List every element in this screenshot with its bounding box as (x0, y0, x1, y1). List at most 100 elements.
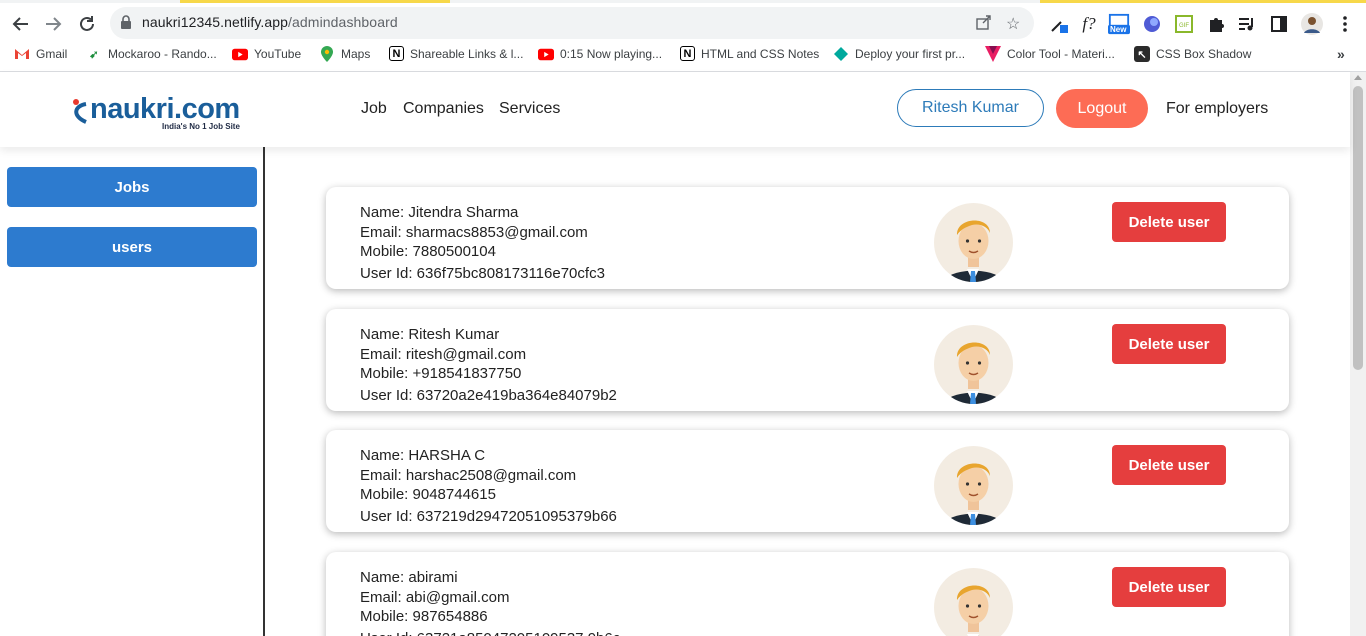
bookmarks-bar: Gmail ➹ Mockaroo - Rando... YouTube Maps… (0, 41, 1366, 69)
user-name: Name: abirami (360, 569, 458, 586)
share-icon[interactable] (976, 14, 992, 35)
user-email: Email: sharmacs8853@gmail.com (360, 223, 588, 241)
user-email: Email: ritesh@gmail.com (360, 345, 527, 363)
formula-icon[interactable]: f? (1078, 13, 1100, 35)
delete-user-button[interactable]: Delete user (1112, 445, 1226, 485)
svg-text:GIF: GIF (1179, 23, 1189, 29)
user-mobile: Mobile: 9048744615 (360, 486, 496, 503)
site-header: naukri.com India's No 1 Job Site Job Com… (0, 72, 1350, 147)
star-icon[interactable]: ☆ (1006, 14, 1020, 34)
side-panel-icon[interactable] (1268, 13, 1290, 35)
user-name: Name: HARSHA C (360, 447, 486, 464)
deploy-icon (833, 46, 849, 62)
user-info: Name: Ritesh Kumar Email: ritesh@gmail.c… (360, 325, 617, 405)
user-card: Name: Ritesh Kumar Email: ritesh@gmail.c… (326, 309, 1289, 411)
nav-services[interactable]: Services (499, 100, 560, 118)
user-card: Name: abirami Email: abi@gmail.com Mobil… (326, 552, 1289, 636)
media-queue-icon[interactable] (1236, 13, 1258, 35)
back-icon[interactable] (8, 11, 34, 37)
nav-job[interactable]: Job (361, 100, 387, 118)
eyedropper-icon[interactable] (1048, 13, 1070, 35)
bookmark-youtube[interactable]: YouTube (232, 46, 301, 62)
delete-user-button[interactable]: Delete user (1112, 202, 1226, 242)
bookmark-label: Maps (341, 47, 371, 61)
bookmark-color-tool[interactable]: Color Tool - Materi... (985, 46, 1115, 62)
bookmark-label: CSS Box Shadow (1156, 47, 1252, 61)
lock-icon (120, 15, 132, 35)
user-id: User Id: 63720a2e419ba364e84079b2 (360, 386, 617, 404)
logo-wordmark: naukri.com (90, 93, 240, 125)
user-mobile: Mobile: 987654886 (360, 608, 488, 625)
user-avatar-icon (934, 568, 1013, 636)
profile-avatar-icon[interactable] (1301, 13, 1323, 35)
bookmark-notion-links[interactable]: N Shareable Links & l... (389, 46, 523, 61)
menu-icon[interactable] (1334, 13, 1356, 35)
forward-icon[interactable] (40, 11, 66, 37)
user-list: Name: Jitendra Sharma Email: sharmacs885… (267, 147, 1350, 636)
user-avatar-icon (934, 325, 1013, 404)
reload-icon[interactable] (74, 11, 100, 37)
bookmark-maps[interactable]: Maps (319, 46, 370, 62)
circle-extension-icon[interactable] (1141, 13, 1163, 35)
user-info: Name: abirami Email: abi@gmail.com Mobil… (360, 568, 620, 636)
bookmark-label: Deploy your first pr... (855, 47, 966, 61)
delete-user-button[interactable]: Delete user (1112, 567, 1226, 607)
user-mobile: Mobile: +918541837750 (360, 365, 522, 382)
maps-icon (319, 46, 335, 62)
user-name: Name: Jitendra Sharma (360, 204, 519, 221)
scroll-up-icon[interactable] (1354, 75, 1362, 80)
notion-icon: N (389, 46, 404, 61)
logout-button[interactable]: Logout (1056, 89, 1148, 128)
browser-toolbar: naukri12345.netlify.app/admindashboard ☆… (0, 3, 1366, 72)
for-employers-link[interactable]: For employers (1166, 100, 1268, 118)
user-id: User Id: 637219d29472051095379b66 (360, 507, 617, 525)
bookmark-notion-notes[interactable]: N HTML and CSS Notes (680, 46, 819, 61)
bookmark-deploy[interactable]: Deploy your first pr... (833, 46, 965, 62)
scrollbar-thumb[interactable] (1353, 86, 1363, 370)
puzzle-icon[interactable] (1205, 13, 1227, 35)
sidebar-item-users[interactable]: users (7, 227, 257, 267)
user-info: Name: Jitendra Sharma Email: sharmacs885… (360, 203, 605, 283)
bookmark-mockaroo[interactable]: ➹ Mockaroo - Rando... (86, 46, 216, 62)
user-avatar-icon (934, 446, 1013, 525)
admin-sidebar: Jobs users (0, 147, 265, 636)
user-card: Name: Jitendra Sharma Email: sharmacs885… (326, 187, 1289, 289)
bookmark-label: Shareable Links & l... (410, 46, 524, 61)
new-badge: New (1110, 25, 1127, 34)
youtube-icon (232, 46, 248, 62)
user-mobile: Mobile: 7880500104 (360, 243, 496, 260)
user-name: Name: Ritesh Kumar (360, 326, 500, 343)
bookmark-label: Gmail (36, 47, 68, 61)
material-icon (985, 46, 1001, 62)
bookmark-label: 0:15 Now playing... (560, 47, 663, 61)
page-scrollbar[interactable] (1350, 72, 1366, 636)
user-card: Name: HARSHA C Email: harshac2508@gmail.… (326, 430, 1289, 532)
bookmark-label: Color Tool - Materi... (1007, 47, 1115, 61)
profile-button[interactable]: Ritesh Kumar (897, 89, 1044, 127)
user-id: User Id: 636f75bc808173116e70cfc3 (360, 264, 605, 282)
sidebar-item-jobs[interactable]: Jobs (7, 167, 257, 207)
user-info: Name: HARSHA C Email: harshac2508@gmail.… (360, 446, 617, 526)
bookmark-css-box-shadow[interactable]: ↖ CSS Box Shadow (1134, 46, 1251, 62)
bookmark-label: YouTube (254, 47, 302, 61)
user-id: User Id: 63721a85047205109537 9b6c (360, 629, 620, 636)
bookmark-label: HTML and CSS Notes (701, 46, 820, 61)
address-bar[interactable]: naukri12345.netlify.app/admindashboard ☆ (110, 7, 1034, 39)
delete-user-button[interactable]: Delete user (1112, 324, 1226, 364)
bookmark-gmail[interactable]: Gmail (14, 46, 67, 62)
gif-extension-icon[interactable]: GIF (1173, 13, 1195, 35)
bookmark-youtube-now-playing[interactable]: 0:15 Now playing... (538, 46, 662, 62)
mockaroo-icon: ➹ (89, 48, 99, 61)
user-email: Email: abi@gmail.com (360, 588, 510, 606)
user-email: Email: harshac2508@gmail.com (360, 466, 577, 484)
new-extension-icon[interactable]: New (1108, 13, 1130, 35)
bookmarks-overflow-icon[interactable]: » (1337, 46, 1345, 62)
notion-icon: N (680, 46, 695, 61)
cursor-icon: ↖ (1134, 46, 1150, 62)
logo-tagline: India's No 1 Job Site (162, 122, 240, 131)
youtube-icon (538, 46, 554, 62)
nav-companies[interactable]: Companies (403, 100, 484, 118)
user-avatar-icon (934, 203, 1013, 282)
gmail-icon (14, 46, 30, 62)
logo-swoosh-icon (73, 99, 87, 124)
